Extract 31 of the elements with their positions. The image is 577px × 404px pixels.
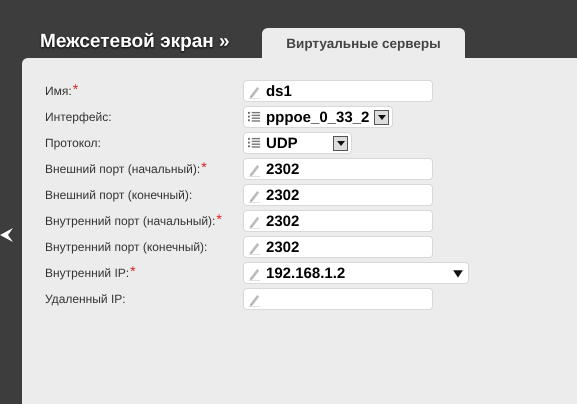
input-field[interactable]: 2302 — [243, 158, 433, 180]
page-title: Межсетевой экран » — [40, 31, 231, 54]
input-field[interactable]: ds1 — [243, 80, 433, 102]
field-label: Интерфейс: — [45, 110, 112, 124]
field-label: Протокол: — [45, 136, 101, 150]
input-field[interactable]: 2302 — [243, 184, 433, 206]
field-label: Внешний порт (начальный): — [45, 162, 200, 176]
required-mark: * — [72, 84, 78, 94]
input-field[interactable] — [243, 288, 433, 310]
input-field[interactable]: 2302 — [243, 210, 433, 232]
input-field[interactable]: 2302 — [243, 236, 433, 258]
dropdown[interactable]: pppoe_0_33_2 — [243, 106, 394, 128]
list-icon — [248, 110, 261, 124]
dropdown-button[interactable] — [374, 110, 390, 124]
collapse-arrow-icon[interactable] — [0, 227, 14, 243]
caret-icon — [378, 114, 386, 120]
caret-icon — [336, 140, 344, 146]
field-label: Внутренний IP: — [45, 266, 130, 280]
required-mark: * — [130, 266, 136, 276]
required-mark: * — [201, 162, 207, 172]
field-label: Внешний порт (конечный): — [45, 188, 192, 202]
field-label: Внутренний порт (начальный): — [45, 214, 216, 228]
combo-field[interactable]: 192.168.1.2 — [243, 262, 469, 284]
field-label: Внутренний порт (конечный): — [45, 240, 208, 254]
tab[interactable]: Виртуальные серверы — [262, 28, 465, 58]
required-mark: * — [216, 214, 222, 224]
dropdown[interactable]: UDP — [243, 132, 352, 154]
field-label: Удаленный IP: — [45, 292, 126, 306]
dropdown-button[interactable] — [333, 136, 348, 150]
list-icon — [248, 136, 261, 150]
field-label: Имя: — [45, 84, 72, 98]
